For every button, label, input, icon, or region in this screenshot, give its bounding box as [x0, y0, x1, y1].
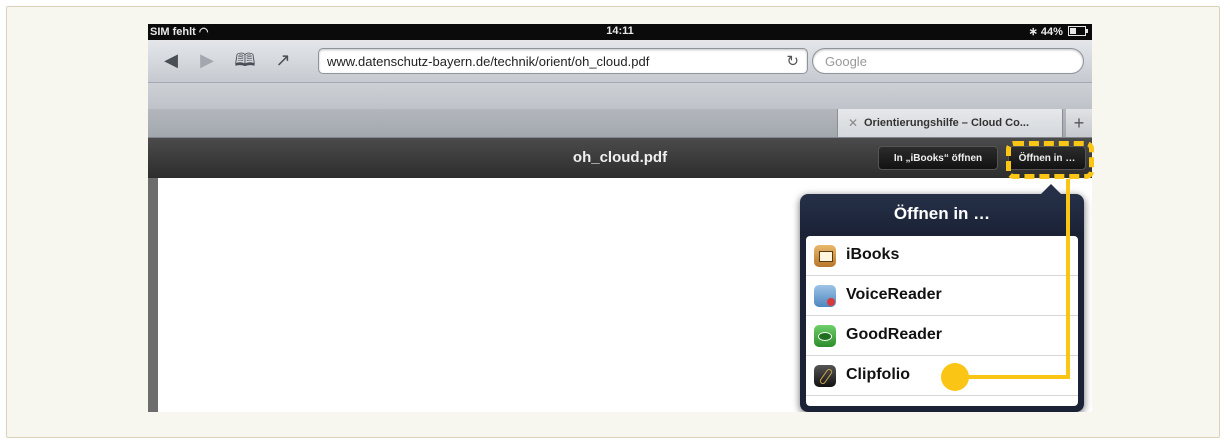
bluetooth-icon: ∗ — [1028, 26, 1038, 38]
popover-title: Öffnen in … — [893, 204, 991, 223]
ipad-screen: SIM fehlt ◠ 14:11 ∗ 44% ◀ ▶ 🕮 ↗ www.date… — [148, 24, 1092, 412]
app-row-ibooks[interactable]: iBooks — [806, 236, 1078, 276]
page-gutter — [148, 178, 158, 412]
url-field[interactable]: www.datenschutz-bayern.de/technik/orient… — [318, 48, 808, 74]
annotation-highlight-box — [1006, 141, 1094, 179]
bookmarks-book-icon[interactable]: 🕮 — [230, 48, 260, 72]
url-text: www.datenschutz-bayern.de/technik/orient… — [327, 54, 650, 69]
annotation-dot — [941, 363, 969, 391]
goodreader-icon — [814, 325, 836, 347]
clipfolio-icon — [814, 365, 836, 387]
open-in-ibooks-button[interactable]: In „iBooks“ öffnen — [878, 146, 998, 170]
app-row-voicereader[interactable]: VoiceReader — [806, 276, 1078, 316]
back-arrow-icon[interactable]: ◀ — [156, 48, 186, 72]
bookmarks-bar — [148, 83, 1092, 109]
tab-close-icon[interactable]: ✕ — [848, 109, 858, 137]
tab-active[interactable]: ✕ Orientierungshilfe – Cloud Co... — [837, 109, 1063, 137]
popover-arrow — [1040, 184, 1062, 195]
ibooks-icon — [814, 245, 836, 267]
app-label: VoiceReader — [846, 286, 942, 303]
tab-title: Orientierungshilfe – Cloud Co... — [864, 117, 1030, 129]
app-label: iBooks — [846, 246, 900, 263]
battery-icon — [1068, 26, 1088, 36]
status-time: 14:11 — [606, 25, 634, 37]
pdf-viewer-bar: oh_cloud.pdf In „iBooks“ öffnen Öffnen i… — [148, 138, 1092, 178]
annotation-connector-line — [1066, 179, 1070, 379]
browser-toolbar: ◀ ▶ 🕮 ↗ www.datenschutz-bayern.de/techni… — [148, 40, 1092, 83]
annotation-connector-line — [958, 375, 1070, 379]
app-label: GoodReader — [846, 326, 943, 343]
app-label: Clipfolio — [846, 366, 910, 383]
forward-arrow-icon[interactable]: ▶ — [192, 48, 222, 72]
new-tab-plus-icon[interactable]: + — [1066, 109, 1092, 137]
share-icon[interactable]: ↗ — [268, 48, 298, 72]
app-row-goodreader[interactable]: GoodReader — [806, 316, 1078, 356]
battery-percent: 44% — [1040, 26, 1063, 38]
reload-icon[interactable]: ↻ — [786, 49, 799, 75]
tab-strip: ✕ Orientierungshilfe – Cloud Co... + — [148, 109, 1092, 138]
search-field[interactable]: Google — [812, 48, 1084, 74]
status-bar: SIM fehlt ◠ 14:11 ∗ 44% — [148, 24, 1092, 40]
voicereader-icon — [814, 285, 836, 307]
